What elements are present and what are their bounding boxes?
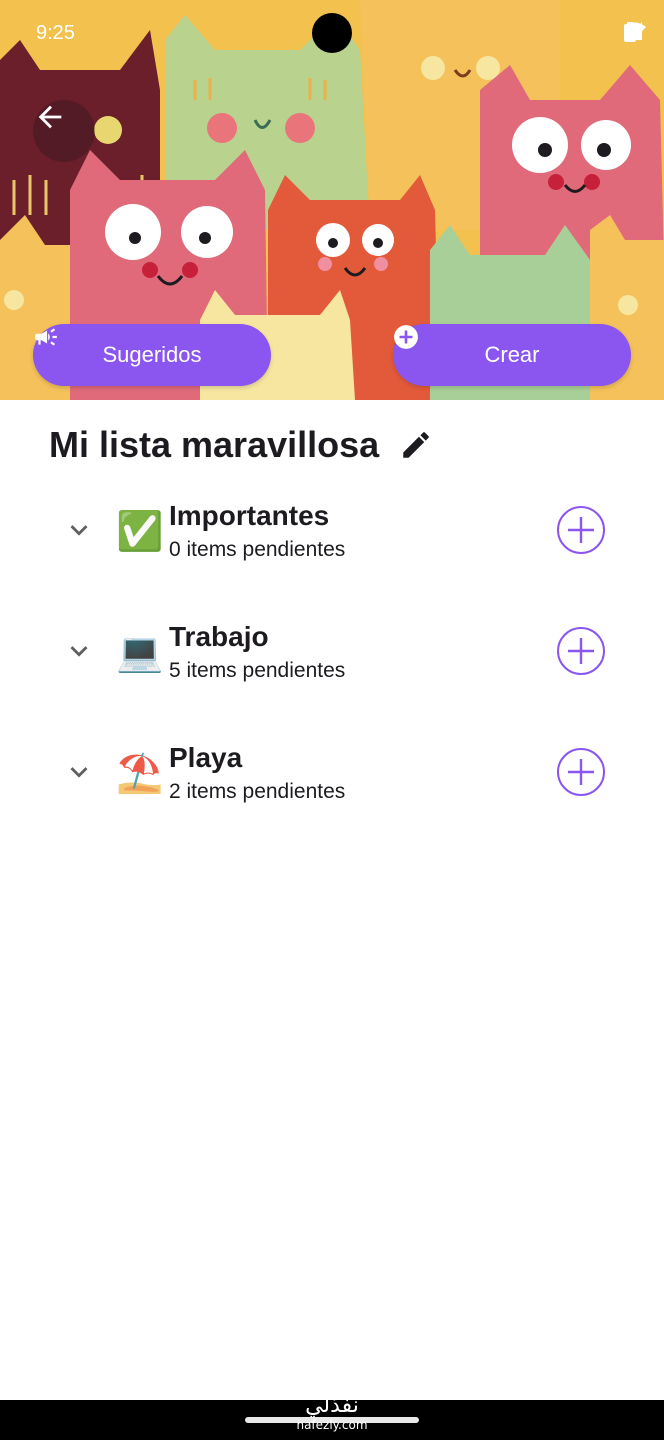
chevron-down-icon[interactable] — [62, 634, 96, 668]
category-name: Playa — [169, 742, 243, 773]
category-row-playa[interactable]: ⛱️ Playa 2 items pendientes — [0, 742, 664, 842]
watermark: نفذلي nafezly.com — [282, 1393, 382, 1433]
status-time: 9:25 — [36, 22, 75, 44]
edit-title-button[interactable] — [399, 428, 433, 462]
category-pending-count: 5 items pendientes — [169, 659, 346, 682]
add-item-button[interactable] — [556, 505, 606, 555]
page-title: Mi lista maravillosa — [49, 424, 380, 465]
category-name: Importantes — [169, 500, 330, 531]
watermark-domain: nafezly.com — [296, 1418, 368, 1432]
suggested-label: Sugeridos — [102, 342, 202, 367]
camera-cutout — [312, 13, 352, 53]
status-bar: 9:25 — [0, 0, 664, 68]
list-title-row: Mi lista maravillosa — [49, 420, 433, 470]
megaphone-icon — [35, 328, 57, 346]
category-row-trabajo[interactable]: 💻 Trabajo 5 items pendientes — [0, 621, 664, 721]
pencil-icon — [403, 432, 429, 458]
add-item-button[interactable] — [556, 747, 606, 797]
category-name: Trabajo — [169, 621, 269, 652]
category-emoji: 💻 — [116, 630, 164, 674]
create-button[interactable]: Crear — [393, 324, 631, 386]
add-item-button[interactable] — [556, 626, 606, 676]
category-emoji: ⛱️ — [116, 751, 164, 795]
category-pending-count: 0 items pendientes — [169, 538, 346, 561]
create-label: Crear — [484, 342, 540, 367]
header-cats-illustration: 9:25 Sugeridos Crear — [0, 0, 664, 400]
arrow-back-icon — [38, 105, 62, 129]
watermark-arabic: نفذلي — [305, 1393, 359, 1418]
plus-circle-icon — [394, 325, 418, 349]
suggested-button[interactable]: Sugeridos — [33, 324, 271, 386]
category-row-importantes[interactable]: ✅ Importantes 0 items pendientes — [0, 500, 664, 600]
back-button[interactable] — [33, 100, 95, 162]
battery-icon — [624, 22, 636, 42]
chevron-down-icon[interactable] — [62, 513, 96, 547]
category-pending-count: 2 items pendientes — [169, 780, 346, 803]
chevron-down-icon[interactable] — [62, 755, 96, 789]
category-emoji: ✅ — [116, 509, 164, 553]
